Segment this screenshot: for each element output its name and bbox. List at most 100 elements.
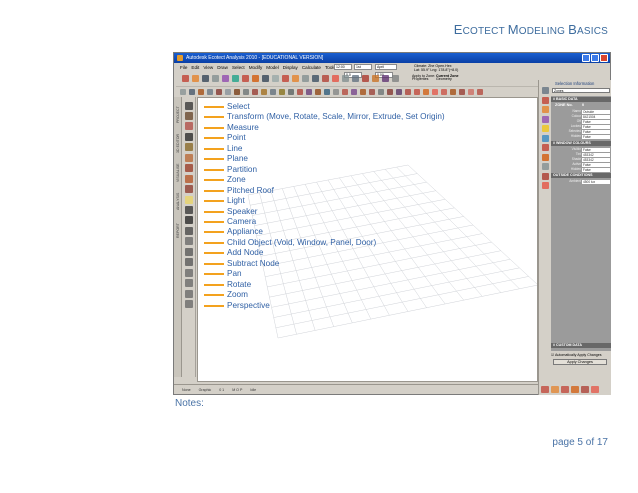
draw-toolbar-icon[interactable] [396,88,402,95]
panel-tab-icon[interactable] [542,153,549,161]
subtract-node-tool-icon[interactable] [185,258,193,267]
draw-toolbar-icon[interactable] [189,88,195,95]
property-value[interactable]: False [582,167,610,172]
draw-toolbar-icon[interactable] [261,88,267,95]
toolbar-icon[interactable] [182,74,189,82]
panel-tab-icon[interactable] [542,115,549,123]
property-value[interactable]: Outside [582,109,610,114]
toolbar-icon[interactable] [332,74,339,82]
property-value[interactable]: False [582,129,610,134]
maximize-icon[interactable] [591,54,599,62]
menu-item-edit[interactable]: Edit [191,63,199,72]
panel-bottom-icon[interactable] [551,386,559,393]
line-tool-icon[interactable] [185,143,193,152]
side-tab-3d-editor[interactable]: 3D EDITOR [174,130,182,157]
toolbar-icon[interactable] [312,74,319,82]
side-tab-visualise[interactable]: VISUALISE [174,159,182,186]
draw-toolbar-icon[interactable] [450,88,456,95]
side-tab-analysis[interactable]: ANALYSIS [174,188,182,215]
partition-tool-icon[interactable] [185,164,193,173]
panel-tab-icon[interactable] [542,134,549,142]
child-object-tool-icon[interactable] [185,237,193,246]
draw-toolbar-icon[interactable] [477,88,483,95]
toolbar-icon[interactable] [282,74,289,82]
draw-toolbar-icon[interactable] [252,88,258,95]
zoom-tool-icon[interactable] [185,289,193,298]
toolbar-icon[interactable] [392,74,399,82]
draw-toolbar-icon[interactable] [405,88,411,95]
draw-toolbar-icon[interactable] [342,88,348,95]
panel-bottom-icon[interactable] [591,386,599,393]
select-tool-icon[interactable] [185,101,193,110]
toolbar-icon[interactable] [212,74,219,82]
draw-toolbar-icon[interactable] [333,88,339,95]
panel-tab-icon[interactable] [542,87,549,94]
toolbar-icon[interactable] [372,74,379,82]
draw-toolbar-icon[interactable] [207,88,213,95]
side-tab-project[interactable]: PROJECT [174,101,182,128]
toolbar-icon[interactable] [242,74,249,82]
menu-item-modify[interactable]: Modify [249,63,263,72]
panel-tab-icon[interactable] [542,96,549,104]
month-field[interactable]: April [375,64,397,70]
draw-toolbar-icon[interactable] [288,88,294,95]
side-tab-report[interactable]: REPORT [174,217,182,244]
toolbar-icon[interactable] [262,74,269,82]
panel-tab-icon[interactable] [542,163,549,170]
property-value[interactable]: False [582,134,610,139]
draw-toolbar-icon[interactable] [459,88,465,95]
draw-toolbar-icon[interactable] [423,88,429,95]
draw-toolbar-icon[interactable] [297,88,303,95]
toolbar-icon[interactable] [342,74,349,82]
menu-item-display[interactable]: Display [283,63,298,72]
panel-bottom-icon[interactable] [571,386,579,393]
auto-apply-checkbox[interactable]: ☑ Automatically Apply Changes [551,353,602,357]
draw-toolbar-icon[interactable] [198,88,204,95]
toolbar-icon[interactable] [192,74,199,82]
menu-item-draw[interactable]: Draw [217,63,228,72]
light-tool-icon[interactable] [185,195,193,204]
plane-tool-icon[interactable] [185,153,193,162]
zone-tool-icon[interactable] [185,174,193,183]
property-value[interactable]: False [582,162,610,167]
close-icon[interactable] [600,54,608,62]
panel-bottom-icon[interactable] [561,386,569,393]
draw-toolbar-icon[interactable] [432,88,438,95]
draw-toolbar-icon[interactable] [441,88,447,95]
property-value[interactable]: 4500 lux [582,179,610,184]
draw-toolbar-icon[interactable] [180,88,186,95]
toolbar-icon[interactable] [362,74,369,82]
transform-tool-icon[interactable] [185,111,193,120]
appliance-tool-icon[interactable] [185,226,193,235]
toolbar-icon[interactable] [382,74,389,82]
toolbar-icon[interactable] [252,74,259,82]
selection-type-dropdown[interactable]: Zones [552,88,610,93]
apply-changes-button[interactable]: Apply Changes [553,359,607,365]
draw-toolbar-icon[interactable] [279,88,285,95]
draw-toolbar-icon[interactable] [306,88,312,95]
camera-tool-icon[interactable] [185,216,193,225]
toolbar-icon[interactable] [292,74,299,82]
property-value[interactable]: 453342 [582,157,610,162]
time-field[interactable]: 12:00 [334,64,352,70]
draw-toolbar-icon[interactable] [243,88,249,95]
draw-toolbar-icon[interactable] [414,88,420,95]
panel-tab-icon[interactable] [542,106,549,113]
model-viewport[interactable]: Select Transform (Move, Rotate, Scale, Mi… [197,97,538,382]
toolbar-icon[interactable] [302,74,309,82]
panel-tab-icon[interactable] [542,125,549,132]
draw-toolbar-icon[interactable] [270,88,276,95]
date-field[interactable]: 1st [354,64,372,70]
menu-item-select[interactable]: Select [232,63,245,72]
panel-bottom-icon[interactable] [541,386,549,393]
draw-toolbar-icon[interactable] [378,88,384,95]
minimize-icon[interactable] [582,54,590,62]
panel-bottom-icon[interactable] [581,386,589,393]
menu-item-model[interactable]: Model [266,63,279,72]
draw-toolbar-icon[interactable] [234,88,240,95]
toolbar-icon[interactable] [222,74,229,82]
draw-toolbar-icon[interactable] [216,88,222,95]
property-value[interactable]: False [582,147,610,152]
property-value[interactable]: 8421504 [582,114,610,119]
draw-toolbar-icon[interactable] [360,88,366,95]
